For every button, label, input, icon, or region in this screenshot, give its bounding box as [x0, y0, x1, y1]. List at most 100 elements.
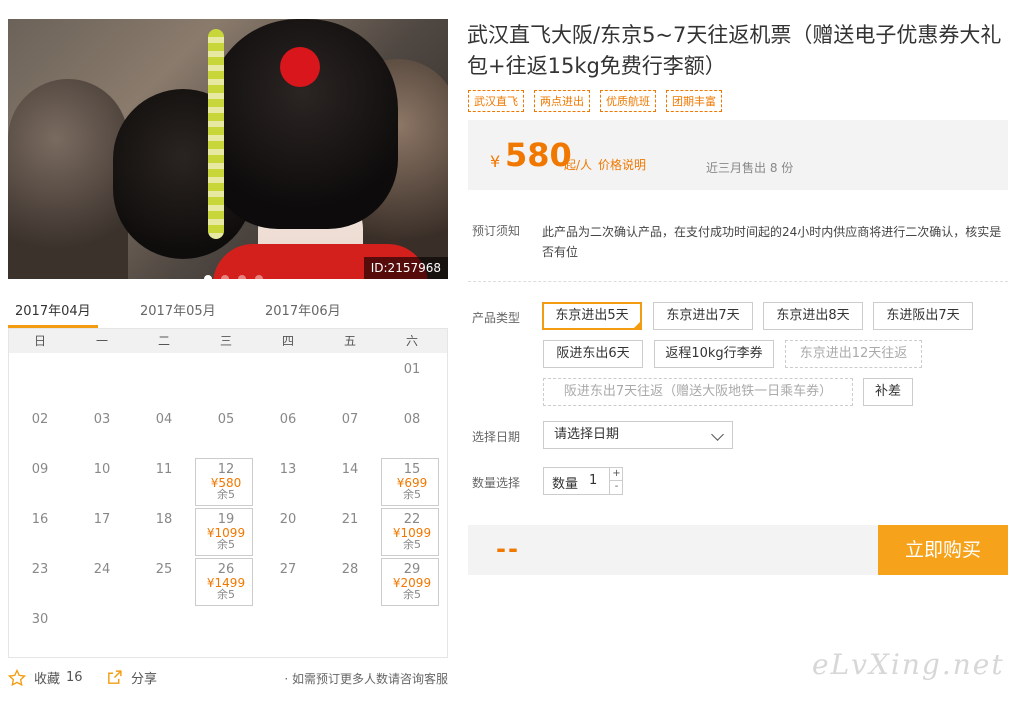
group-booking-note-text: 如需预订更多人数请咨询客服	[291, 672, 448, 686]
day-number: 27	[279, 562, 297, 577]
calendar-day: 27	[257, 558, 319, 608]
image-hair-flowers	[208, 29, 224, 239]
type-option[interactable]: 返程10kg行李券	[654, 340, 774, 368]
calendar-day[interactable]: 26 ¥1499 余5	[195, 558, 257, 608]
day-number: 06	[279, 412, 297, 427]
weekday-mon: 一	[95, 334, 108, 348]
booking-notice-label: 预订须知	[472, 224, 521, 238]
chevron-down-icon	[711, 428, 724, 441]
divider	[468, 281, 1008, 282]
buy-now-button[interactable]: 立即购买	[878, 525, 1008, 575]
day-number: 05	[217, 412, 235, 427]
type-option[interactable]: 东京进出8天	[763, 302, 863, 330]
type-option[interactable]: 阪进东出6天	[543, 340, 643, 368]
type-option[interactable]: 东京进出7天	[653, 302, 753, 330]
day-number: 23	[31, 562, 49, 577]
calendar-empty-cell	[9, 358, 71, 408]
calendar-day: 11	[133, 458, 195, 508]
quantity-label: 数量选择	[472, 476, 521, 490]
image-background-person	[8, 79, 128, 279]
carousel-dot[interactable]	[204, 275, 212, 279]
calendar-day: 07	[319, 408, 381, 458]
calendar-day[interactable]: 22 ¥1099 余5	[381, 508, 443, 558]
day-number: 01	[403, 362, 421, 377]
quantity-increase-button[interactable]: +	[609, 468, 623, 481]
calendar-day: 25	[133, 558, 195, 608]
tab-month-06[interactable]: 2017年06月	[258, 296, 383, 328]
carousel-dot[interactable]	[255, 275, 263, 279]
day-number: 10	[93, 462, 111, 477]
day-number: 09	[31, 462, 49, 477]
carousel-dots[interactable]	[204, 275, 263, 279]
calendar-day: 03	[71, 408, 133, 458]
share-button[interactable]: 分享	[106, 668, 157, 687]
date-select[interactable]: 请选择日期	[543, 421, 733, 449]
day-number: 11	[155, 462, 173, 477]
favorite-label: 收藏	[34, 672, 61, 687]
product-type-label: 产品类型	[472, 311, 521, 325]
day-number: 24	[93, 562, 111, 577]
weekday-header: 日 一 二 三 四 五 六	[9, 329, 447, 353]
carousel-dot[interactable]	[221, 275, 229, 279]
tab-month-05[interactable]: 2017年05月	[133, 296, 258, 328]
weekday-wed: 三	[219, 334, 232, 348]
calendar-day: 10	[71, 458, 133, 508]
total-price: --	[496, 535, 520, 563]
calendar-day[interactable]: 15 ¥699 余5	[381, 458, 443, 508]
calendar-day: 28	[319, 558, 381, 608]
price-explain-link[interactable]: 价格说明	[598, 156, 646, 173]
departure-calendar: 日 一 二 三 四 五 六 01 02 03 04 05 06 07 08 09 10 11 12 ¥5…	[8, 328, 448, 658]
calendar-day: 20	[257, 508, 319, 558]
day-number: 20	[279, 512, 297, 527]
quantity-value[interactable]: 1	[589, 473, 597, 488]
image-id-label: ID:2157968	[363, 257, 448, 279]
price-unit: 起/人	[564, 158, 593, 172]
day-number: 07	[341, 412, 359, 427]
type-option[interactable]: 东进阪出7天	[873, 302, 973, 330]
quantity-decrease-button[interactable]: -	[609, 481, 623, 494]
image-hairpin	[280, 47, 320, 87]
calendar-footer: 收藏 16 分享 · 如需预订更多人数请咨询客服	[8, 666, 448, 690]
calendar-empty-cell	[195, 358, 257, 408]
calendar-day: 17	[71, 508, 133, 558]
favorite-button[interactable]: 收藏 16	[8, 668, 83, 687]
day-number: 03	[93, 412, 111, 427]
calendar-day: 13	[257, 458, 319, 508]
day-number: 28	[341, 562, 359, 577]
day-number: 30	[31, 612, 49, 627]
day-number: 18	[155, 512, 173, 527]
calendar-day: 18	[133, 508, 195, 558]
tag-many-dates: 团期丰富	[666, 90, 722, 112]
price-panel: ¥ 580 起/人 价格说明 近三月售出 8 份	[468, 120, 1008, 190]
calendar-day[interactable]: 19 ¥1099 余5	[195, 508, 257, 558]
calendar-day[interactable]: 29 ¥2099 余5	[381, 558, 443, 608]
day-number: 02	[31, 412, 49, 427]
tab-month-04[interactable]: 2017年04月	[8, 296, 98, 328]
carousel-dot[interactable]	[238, 275, 246, 279]
available-day-frame	[195, 508, 253, 556]
weekday-sun: 日	[33, 334, 46, 348]
calendar-day: 14	[319, 458, 381, 508]
date-label: 选择日期	[472, 430, 521, 444]
day-number: 17	[93, 512, 111, 527]
day-number: 21	[341, 512, 359, 527]
sold-count: 近三月售出 8 份	[706, 161, 794, 175]
booking-notice-text: 此产品为二次确认产品，在支付成功时间起的24小时内供应商将进行二次确认，核实是否…	[542, 225, 1002, 259]
date-select-value: 请选择日期	[554, 427, 620, 442]
tag-two-cities: 两点进出	[534, 90, 590, 112]
calendar-day: 30	[9, 608, 71, 658]
calendar-day: 05	[195, 408, 257, 458]
type-option[interactable]: 补差	[863, 378, 913, 406]
calendar-day[interactable]: 12 ¥580 余5	[195, 458, 257, 508]
favorite-count: 16	[66, 670, 83, 685]
weekday-thu: 四	[281, 334, 294, 348]
product-image[interactable]: ID:2157968	[8, 19, 448, 279]
available-day-frame	[381, 558, 439, 606]
calendar-day: 08	[381, 408, 443, 458]
calendar-empty-cell	[71, 358, 133, 408]
tag-direct-flight: 武汉直飞	[468, 90, 524, 112]
type-option[interactable]: 东京进出5天	[542, 302, 642, 330]
day-number: 25	[155, 562, 173, 577]
weekday-sat: 六	[405, 334, 418, 348]
quantity-stepper: 数量 1 + -	[543, 467, 623, 495]
